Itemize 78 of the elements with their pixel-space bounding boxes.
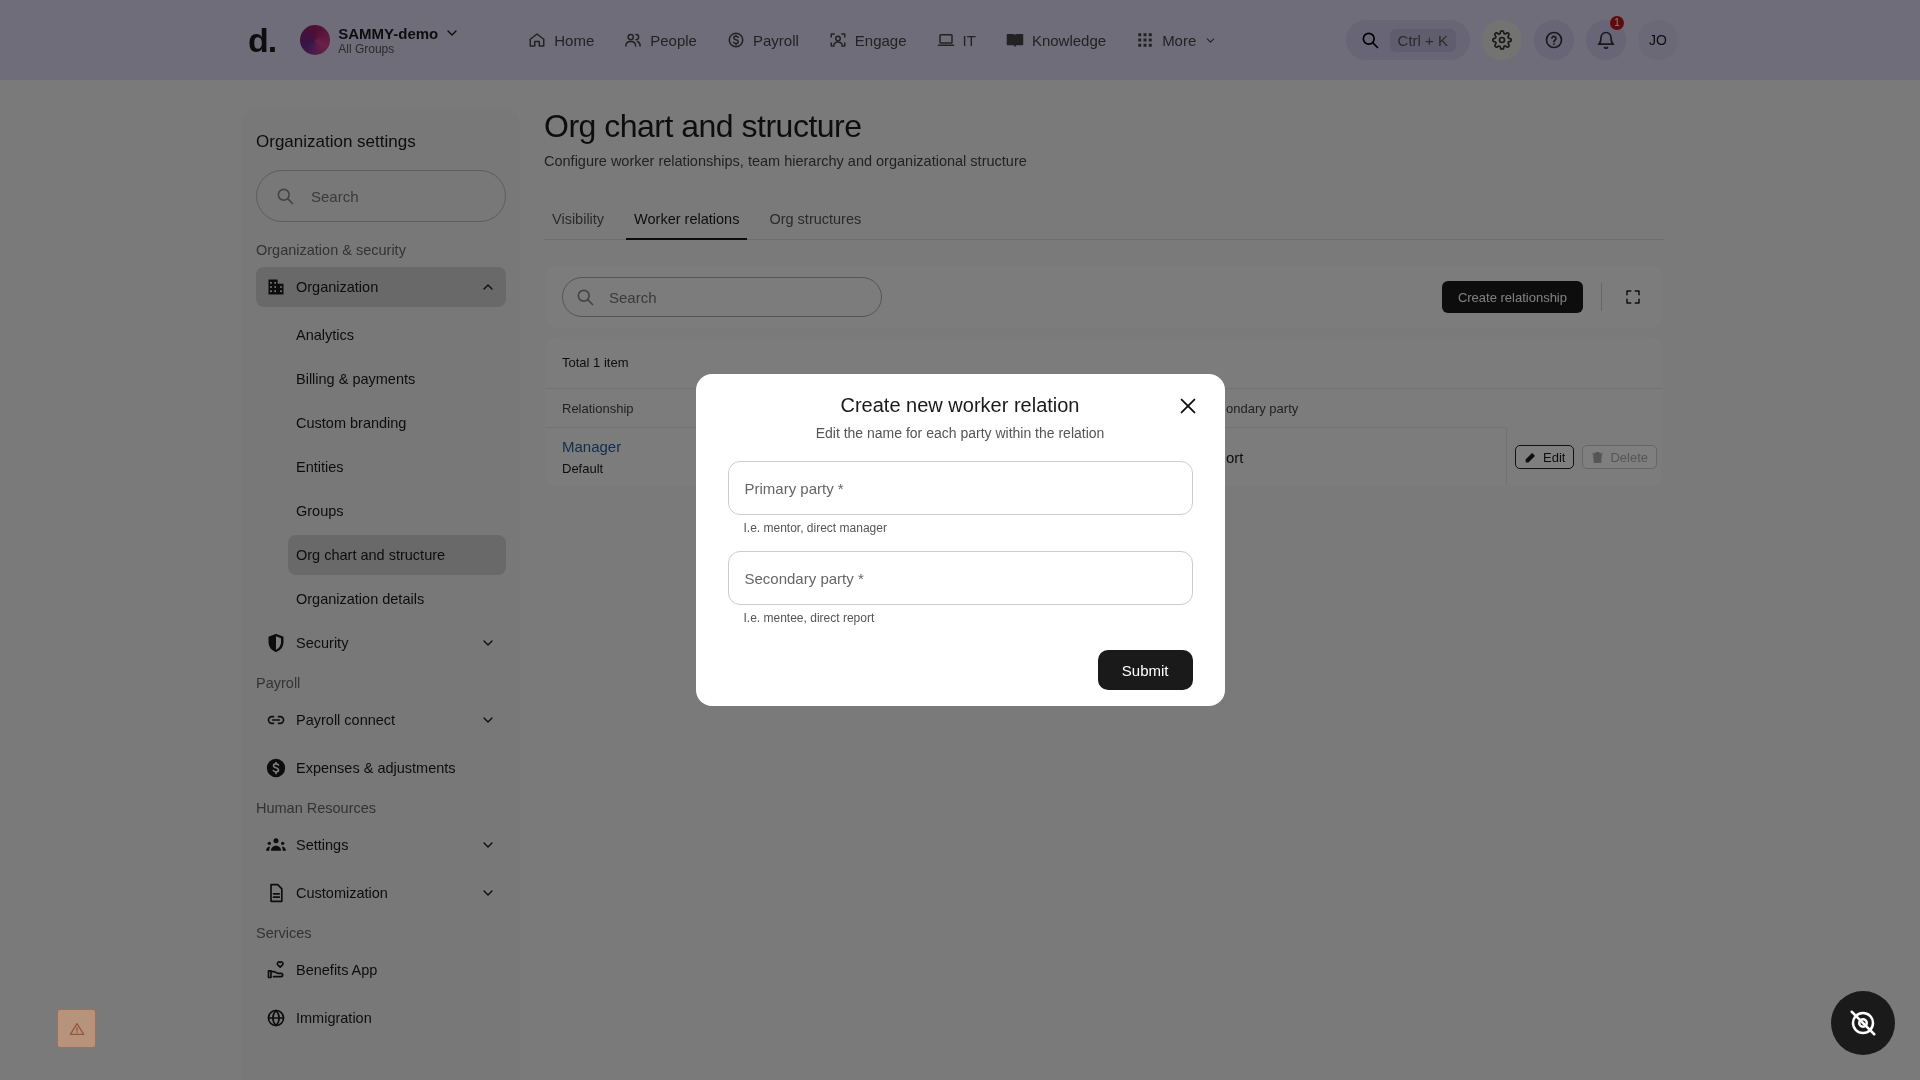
field-hint: I.e. mentee, direct report (743, 611, 876, 625)
grid-icon (1136, 31, 1155, 49)
dollar-icon (266, 758, 286, 778)
page-title: Org chart and structure (544, 108, 863, 145)
dialog-title: Create new worker relation (840, 394, 1080, 417)
workspace-group: All Groups (338, 41, 461, 56)
page-subtitle: Configure worker relationships, team hierarchy and organizational structure (544, 153, 1028, 169)
search-input[interactable]: Search (607, 287, 810, 307)
sidebar-item[interactable]: Security (256, 623, 506, 663)
sidebar-item[interactable]: Payroll connect (256, 700, 506, 740)
edit-icon (1524, 450, 1537, 464)
hand-heart-icon (266, 960, 286, 980)
sidebar-item[interactable]: Immigration (256, 998, 506, 1038)
bell-icon (1596, 30, 1616, 50)
section-heading: Payroll (256, 675, 302, 691)
person-scan-icon (828, 31, 847, 49)
create-relationship-button[interactable]: Create relationship (1441, 281, 1583, 313)
table-cell: ort (1226, 448, 1244, 466)
notification-badge: 1 (1610, 16, 1624, 30)
warning-icon (68, 1020, 85, 1037)
fullscreen-icon[interactable] (1624, 288, 1642, 306)
delete-icon (1591, 450, 1605, 464)
home-icon (528, 31, 547, 49)
default-label: Default (562, 461, 605, 476)
people-icon (624, 31, 643, 49)
search-icon (275, 186, 295, 206)
workspace-name[interactable]: SAMMY-demo (338, 24, 439, 42)
submit-button[interactable]: Submit (1097, 650, 1193, 690)
sidebar-subitem[interactable]: Analytics (288, 315, 506, 355)
user-avatar[interactable]: JO (1638, 20, 1678, 60)
nav-item[interactable]: More (1124, 23, 1230, 57)
field-hint: I.e. mentor, direct manager (743, 521, 888, 535)
globe-icon (266, 1008, 286, 1028)
search-icon (575, 287, 595, 307)
section-heading: Services (256, 925, 313, 941)
eye-off-icon (1848, 1008, 1878, 1038)
sidebar-subitem[interactable]: Org chart and structure (288, 535, 506, 575)
book-icon (1005, 31, 1024, 49)
help-button[interactable] (1534, 20, 1574, 60)
section-heading: Human Resources (256, 800, 378, 816)
nav-item[interactable]: IT (924, 23, 988, 57)
text-field[interactable]: Secondary party * (727, 551, 1193, 605)
sidebar-subitem[interactable]: Entities (288, 447, 506, 487)
laptop-icon (936, 31, 955, 49)
shield-icon (266, 633, 286, 653)
sidebar-subitem[interactable]: Custom branding (288, 403, 506, 443)
nav-item[interactable]: People (612, 23, 709, 57)
section-heading: Organization & security (256, 242, 407, 258)
logo[interactable]: d. (248, 20, 277, 60)
sidebar-item[interactable]: Benefits App (256, 950, 506, 990)
sidebar-item[interactable]: Settings (256, 825, 506, 865)
tab[interactable]: Visibility (544, 203, 613, 240)
search-input[interactable]: Search (309, 186, 463, 206)
edit-button[interactable]: Edit (1515, 445, 1575, 469)
sidebar-subitem[interactable]: Groups (288, 491, 506, 531)
column-header: ondary party (1226, 389, 1506, 428)
help-icon (1544, 30, 1564, 50)
settings-button[interactable] (1482, 20, 1522, 60)
nav-item[interactable]: Payroll (714, 23, 811, 57)
shortcut-key: Ctrl + K (1389, 28, 1456, 52)
sidebar-title: Organization settings (256, 132, 417, 152)
sidebar-item[interactable]: Customization (256, 873, 506, 913)
nav-item[interactable]: Knowledge (993, 23, 1119, 57)
sidebar-subitem[interactable]: Billing & payments (288, 359, 506, 399)
sidebar-item[interactable]: Expenses & adjustments (256, 748, 506, 788)
nav-item[interactable]: Engage (816, 23, 919, 57)
search-button[interactable]: Ctrl + K (1345, 20, 1470, 60)
nav-item[interactable]: Home (516, 23, 607, 57)
workspace-logo (300, 25, 331, 55)
building-icon (266, 277, 286, 297)
dialog-subtitle: Edit the name for each party within the relation (814, 425, 1106, 441)
text-field[interactable]: Primary party * (727, 461, 1193, 515)
tab[interactable]: Org structures (761, 203, 870, 240)
settings-icon (1492, 30, 1512, 50)
sidebar-item[interactable]: Organization (256, 267, 506, 307)
sidebar-subitem[interactable]: Organization details (288, 579, 506, 619)
dollar-icon (726, 31, 745, 49)
tab[interactable]: Worker relations (626, 203, 748, 240)
